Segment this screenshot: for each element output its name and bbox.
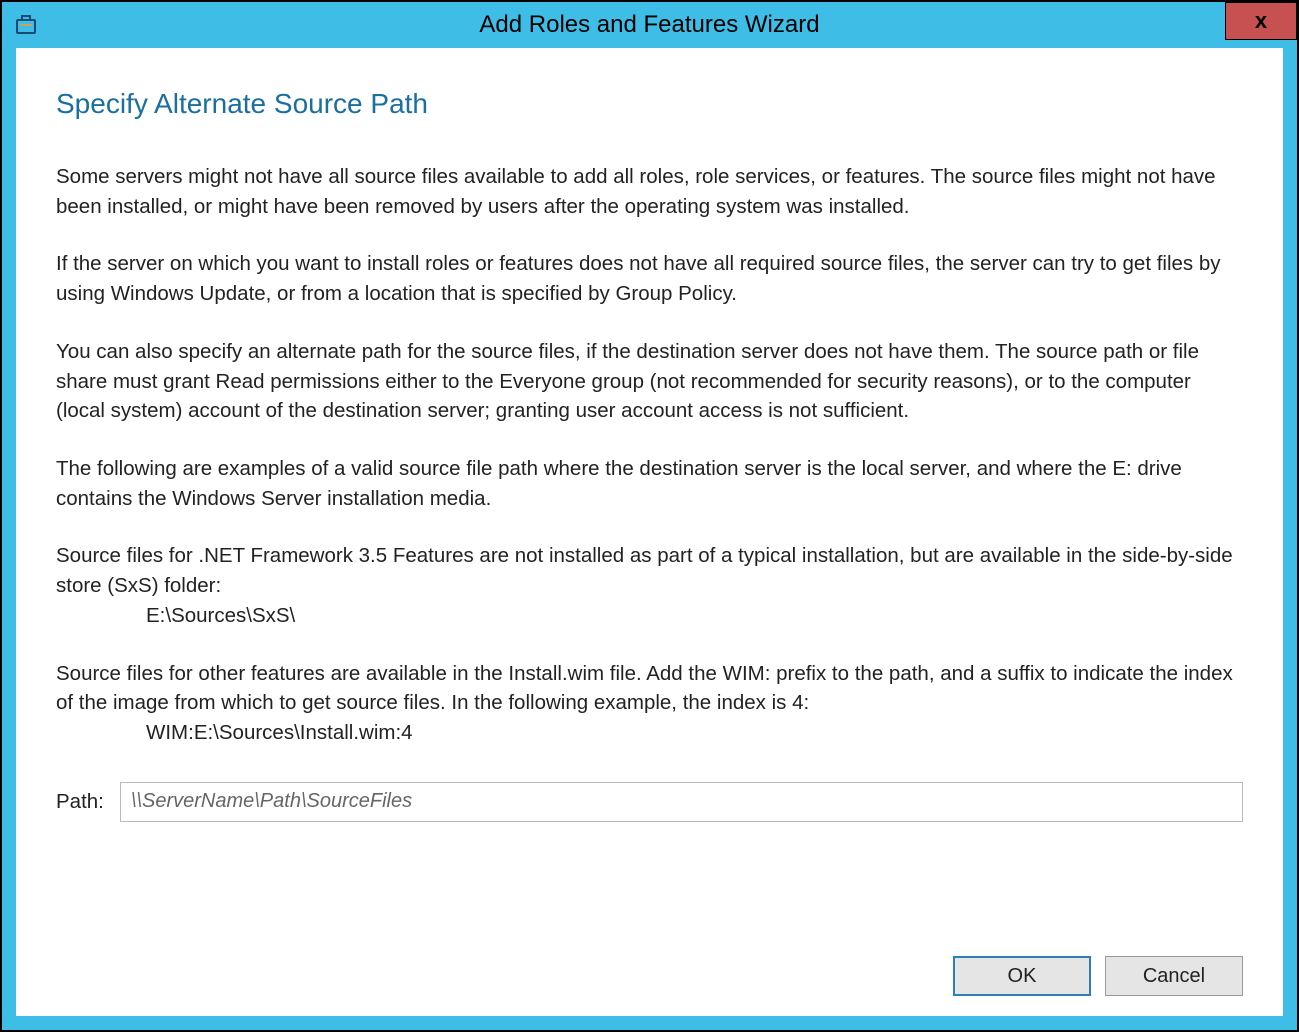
- wizard-dialog: Add Roles and Features Wizard x Specify …: [0, 0, 1299, 1032]
- dialog-content: Specify Alternate Source Path Some serve…: [2, 48, 1297, 1030]
- paragraph-6-intro: Source files for other features are avai…: [56, 662, 1233, 715]
- example-path-wim: WIM:E:\Sources\Install.wim:4: [56, 718, 1243, 748]
- paragraph-3: You can also specify an alternate path f…: [56, 337, 1243, 426]
- example-path-sxs: E:\Sources\SxS\: [56, 601, 1243, 631]
- titlebar[interactable]: Add Roles and Features Wizard x: [2, 2, 1297, 48]
- page-heading: Specify Alternate Source Path: [56, 88, 1243, 120]
- button-row: OK Cancel: [56, 956, 1243, 996]
- window-title: Add Roles and Features Wizard: [2, 11, 1297, 39]
- app-icon: [14, 12, 40, 38]
- body-text: Some servers might not have all source f…: [56, 162, 1243, 776]
- close-button[interactable]: x: [1225, 2, 1297, 40]
- path-row: Path:: [56, 782, 1243, 822]
- paragraph-2: If the server on which you want to insta…: [56, 249, 1243, 308]
- paragraph-1: Some servers might not have all source f…: [56, 162, 1243, 221]
- ok-button[interactable]: OK: [953, 956, 1091, 996]
- close-icon: x: [1255, 8, 1267, 34]
- paragraph-6: Source files for other features are avai…: [56, 659, 1243, 748]
- cancel-button[interactable]: Cancel: [1105, 956, 1243, 996]
- path-input[interactable]: [120, 782, 1243, 822]
- paragraph-5: Source files for .NET Framework 3.5 Feat…: [56, 541, 1243, 630]
- paragraph-4: The following are examples of a valid so…: [56, 454, 1243, 513]
- path-label: Path:: [56, 790, 104, 814]
- paragraph-5-intro: Source files for .NET Framework 3.5 Feat…: [56, 544, 1233, 597]
